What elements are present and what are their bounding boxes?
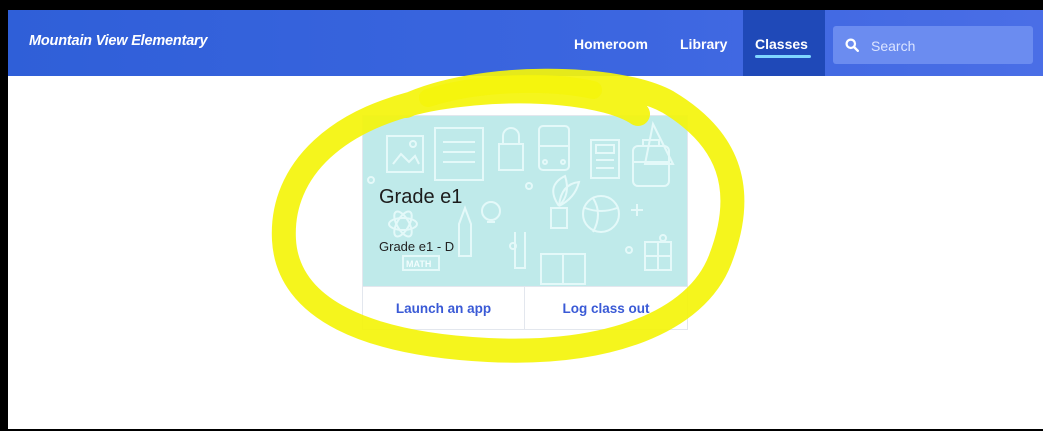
class-card-banner[interactable]: MATH Grade e1 Grade e1 - D [363, 116, 687, 286]
top-navbar: Mountain View Elementary Homeroom Librar… [8, 10, 1043, 76]
school-name[interactable]: Mountain View Elementary [29, 33, 208, 49]
search-box[interactable] [833, 26, 1033, 64]
class-subtitle: Grade e1 - D [379, 239, 455, 254]
nav-classes-label: Classes [755, 36, 808, 52]
class-card: MATH Grade e1 Grade e1 - D Launch an app… [362, 115, 688, 330]
math-label: MATH [406, 259, 431, 269]
app-window: Mountain View Elementary Homeroom Librar… [8, 10, 1043, 429]
search-icon [845, 38, 859, 52]
nav-homeroom[interactable]: Homeroom [574, 36, 648, 52]
nav-library[interactable]: Library [680, 36, 727, 52]
class-card-actions: Launch an app Log class out [363, 286, 687, 330]
launch-app-button[interactable]: Launch an app [363, 287, 525, 330]
active-tab-indicator [755, 55, 811, 58]
nav-classes-tab[interactable]: Classes [743, 10, 825, 76]
class-title: Grade e1 [379, 186, 463, 208]
search-input[interactable] [869, 36, 1023, 56]
log-class-out-button[interactable]: Log class out [525, 287, 687, 330]
